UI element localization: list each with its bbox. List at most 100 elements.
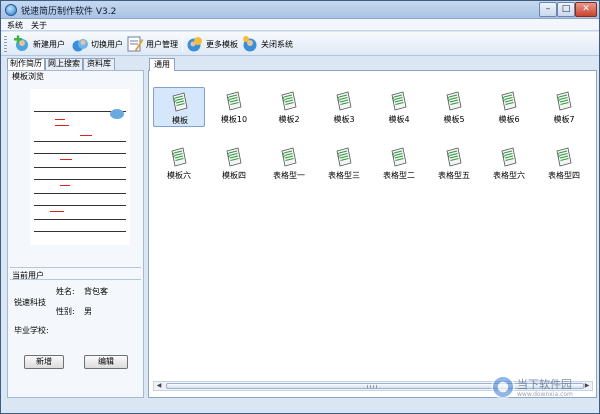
preview-rule <box>34 141 126 142</box>
watermark: 当下软件园 www.downxia.com <box>491 373 597 403</box>
template-document-icon <box>171 147 187 167</box>
name-label: 姓名: <box>56 287 75 296</box>
template-document-icon <box>446 91 462 111</box>
template-preview[interactable] <box>30 89 130 245</box>
switch-user-button[interactable]: 切换用户 <box>71 34 129 54</box>
user-manage-icon <box>127 36 144 52</box>
template-tile[interactable]: 模板四 <box>208 143 260 183</box>
template-label: 模板四 <box>222 171 246 180</box>
template-document-icon <box>446 147 462 167</box>
watermark-logo-icon <box>491 375 515 399</box>
toolbar: 新建用户 切换用户 用户管理 更多模板 关闭系统 <box>1 32 599 56</box>
template-document-icon <box>556 91 572 111</box>
gender-value: 男 <box>84 307 92 316</box>
template-document-icon <box>226 91 242 111</box>
tab-online-search[interactable]: 网上搜索 <box>45 58 83 70</box>
template-tile[interactable]: 模板3 <box>318 87 370 127</box>
template-tile[interactable]: 表格型一 <box>263 143 315 183</box>
preview-mark <box>50 211 64 212</box>
template-label: 表格型三 <box>328 171 360 180</box>
more-templates-icon <box>187 37 202 52</box>
preview-mark <box>60 159 72 160</box>
template-tile[interactable]: 表格型六 <box>483 143 535 183</box>
preview-mark <box>55 119 65 120</box>
template-document-icon <box>391 91 407 111</box>
add-user-icon <box>14 35 28 51</box>
user-manage-button[interactable]: 用户管理 <box>126 34 184 54</box>
template-tile[interactable]: 表格型五 <box>428 143 480 183</box>
panel-divider <box>10 279 141 280</box>
template-label: 表格型六 <box>493 171 525 180</box>
template-tile[interactable]: 模板2 <box>263 87 315 127</box>
template-document-icon <box>336 91 352 111</box>
name-value: 背包客 <box>84 287 108 296</box>
tab-database[interactable]: 资料库 <box>83 58 115 70</box>
template-label: 表格型五 <box>438 171 470 180</box>
template-document-icon <box>336 147 352 167</box>
close-window-button[interactable]: ✕ <box>575 2 597 17</box>
preview-rule <box>34 179 126 180</box>
template-tile[interactable]: 模板 <box>153 87 205 127</box>
toolbar-separator <box>182 36 183 52</box>
maximize-button[interactable]: □ <box>557 2 575 17</box>
preview-rule <box>34 205 126 206</box>
window-title: 锐速简历制作软件 V3.2 <box>21 7 117 17</box>
preview-rule <box>34 193 126 194</box>
template-tile[interactable]: 模板5 <box>428 87 480 127</box>
title-bar: 锐速简历制作软件 V3.2 – □ ✕ <box>1 1 599 19</box>
watermark-text: 当下软件园 <box>517 378 572 391</box>
template-tile[interactable]: 表格型四 <box>538 143 590 183</box>
new-button[interactable]: 新增 <box>24 355 64 369</box>
template-tile[interactable]: 模板10 <box>208 87 260 127</box>
template-tile[interactable]: 表格型二 <box>373 143 425 183</box>
template-tile[interactable]: 表格型三 <box>318 143 370 183</box>
template-document-icon <box>281 147 297 167</box>
menu-about[interactable]: 关于 <box>31 20 47 31</box>
menu-system[interactable]: 系统 <box>7 20 23 31</box>
preview-rule <box>34 231 126 232</box>
watermark-url: www.downxia.com <box>517 391 573 398</box>
template-label: 模板6 <box>498 115 520 124</box>
switch-user-icon <box>72 39 88 52</box>
template-label: 模板3 <box>333 115 355 124</box>
template-document-icon <box>501 147 517 167</box>
gender-label: 性别: <box>56 307 75 316</box>
template-tile[interactable]: 模板7 <box>538 87 590 127</box>
template-label: 模板7 <box>553 115 575 124</box>
toolbar-grip[interactable] <box>4 36 7 52</box>
template-label: 模板4 <box>388 115 410 124</box>
close-system-button[interactable]: 关闭系统 <box>241 34 299 54</box>
preview-logo-icon <box>110 109 124 119</box>
preview-mark <box>80 135 92 136</box>
preview-rule <box>34 167 126 168</box>
template-label: 模板10 <box>220 115 248 124</box>
preview-rule <box>34 153 126 154</box>
minimize-button[interactable]: – <box>539 2 557 17</box>
more-templates-button[interactable]: 更多模板 <box>186 34 244 54</box>
new-user-button[interactable]: 新建用户 <box>13 34 71 54</box>
left-panel: 模板浏览 当前用户 姓名: 背包客 锐速科技 性别: 男 毕业学校: 新增 编辑 <box>7 70 144 398</box>
template-tile[interactable]: 模板6 <box>483 87 535 127</box>
preview-group-label: 模板浏览 <box>12 72 44 81</box>
app-logo-icon <box>5 4 17 16</box>
edit-button[interactable]: 编辑 <box>84 355 128 369</box>
template-document-icon <box>501 91 517 111</box>
preview-mark <box>55 125 69 126</box>
template-document-icon <box>172 92 188 112</box>
template-label: 模板2 <box>278 115 300 124</box>
preview-mark <box>60 185 70 186</box>
template-area: 模板 模板10 模板2 模板3 模板4 模板5 模板6 模板7 模板六 模板四 表格型一 表格型三 表格… <box>148 58 597 398</box>
scroll-left-icon[interactable]: ◀ <box>154 382 164 390</box>
template-label: 模板六 <box>167 171 191 180</box>
grip-lines <box>367 385 377 389</box>
template-label: 表格型一 <box>273 171 305 180</box>
panel-divider <box>10 267 141 268</box>
template-grid: 模板 模板10 模板2 模板3 模板4 模板5 模板6 模板7 模板六 模板四 表格型一 表格型三 表格… <box>148 70 597 398</box>
template-document-icon <box>281 91 297 111</box>
tab-general[interactable]: 通用 <box>149 58 175 71</box>
template-tile[interactable]: 模板4 <box>373 87 425 127</box>
app-window: 锐速简历制作软件 V3.2 – □ ✕ 系统 关于 新建用户 切换用户 用户管理… <box>0 0 600 414</box>
template-tile[interactable]: 模板六 <box>153 143 205 183</box>
template-document-icon <box>556 147 572 167</box>
close-system-icon <box>243 36 257 52</box>
